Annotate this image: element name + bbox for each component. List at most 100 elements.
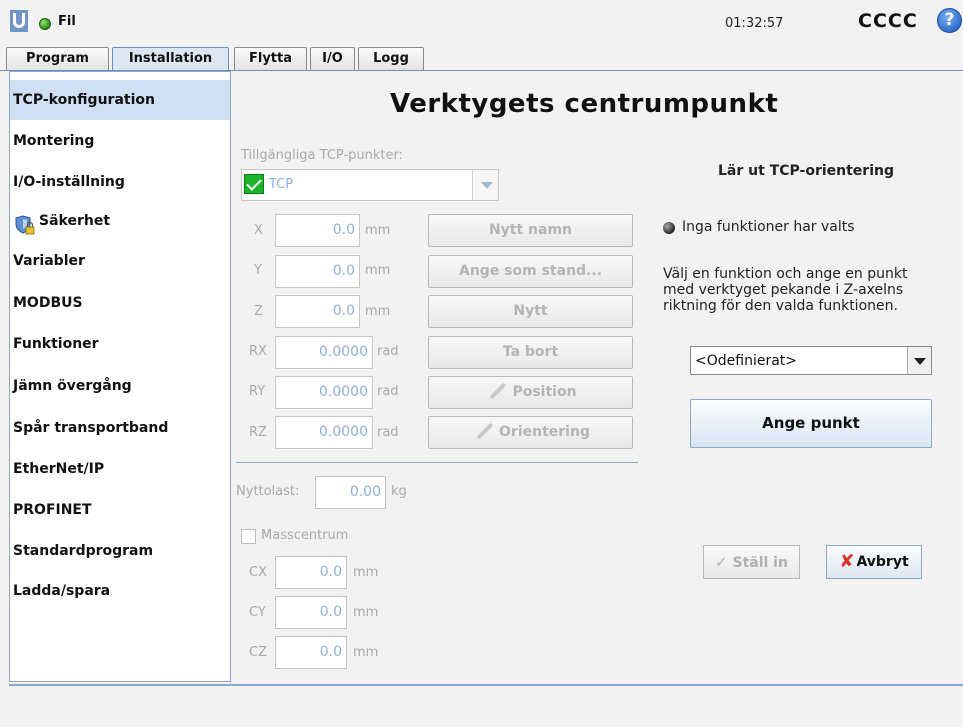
ry-field[interactable]: 0.0000	[275, 376, 373, 409]
checkmark-icon: ✓	[715, 553, 728, 571]
unit-cz: mm	[353, 645, 379, 660]
cancel-label: Avbryt	[856, 554, 909, 570]
sidebar-item-label: Spår transportband	[13, 420, 169, 436]
chevron-down-icon	[472, 170, 498, 200]
x-field[interactable]: 0.0	[275, 214, 360, 247]
coord-label-y: Y	[254, 263, 262, 278]
teach-instructions: Välj en funktion och ange en punkt med v…	[663, 266, 908, 314]
coord-label-ry: RY	[249, 384, 266, 399]
coord-label-rz: RZ	[249, 425, 267, 440]
robot-name: CCCC	[858, 10, 918, 32]
coord-label-z: Z	[254, 304, 263, 319]
cog-label-cz: CZ	[249, 645, 267, 660]
cancel-button[interactable]: ✘ Avbryt	[826, 545, 922, 579]
sidebar-item-variables[interactable]: Variabler	[10, 241, 230, 281]
set-default-button[interactable]: Ange som stand...	[428, 255, 633, 288]
sidebar-item-conveyor-tracking[interactable]: Spår transportband	[10, 408, 230, 448]
teach-status: Inga funktioner har valts	[682, 219, 855, 235]
sidebar-item-label: EtherNet/IP	[13, 461, 105, 477]
unit-x: mm	[365, 223, 391, 238]
z-field[interactable]: 0.0	[275, 295, 360, 328]
tcp-select[interactable]: TCP	[241, 169, 499, 201]
tab-flytta[interactable]: Flytta	[234, 47, 307, 71]
main-tabs: Program Installation Flytta I/O Logg	[0, 47, 963, 72]
apply-button[interactable]: ✓ Ställ in	[703, 545, 800, 579]
payload-unit: kg	[391, 484, 407, 499]
remove-tcp-button[interactable]: Ta bort	[428, 336, 633, 369]
feature-select[interactable]: <Odefinierat>	[690, 346, 932, 375]
unit-rx: rad	[377, 344, 399, 359]
sidebar-item-default-program[interactable]: Standardprogram	[10, 531, 230, 571]
sidebar-item-load-save[interactable]: Ladda/spara	[10, 571, 230, 611]
sidebar-item-label: TCP-konfiguration	[13, 92, 155, 108]
rz-field[interactable]: 0.0000	[275, 416, 373, 449]
sidebar-item-label: Säkerhet	[39, 213, 111, 229]
cog-label-cy: CY	[249, 605, 266, 620]
cx-field[interactable]: 0.0	[275, 556, 347, 589]
unit-rz: rad	[377, 425, 399, 440]
top-bar: Fil 01:32:57 CCCC ?	[0, 0, 963, 46]
file-menu[interactable]: Fil	[58, 14, 76, 29]
sidebar-item-mounting[interactable]: Montering	[10, 121, 230, 161]
sidebar-item-label: Jämn övergång	[13, 378, 132, 394]
sidebar-item-label: I/O-inställning	[13, 174, 125, 190]
universal-robots-logo	[10, 10, 28, 32]
sidebar-item-profinet[interactable]: PROFINET	[10, 490, 230, 530]
teach-heading: Lär ut TCP-orientering	[718, 163, 894, 179]
tab-program[interactable]: Program	[6, 47, 109, 71]
magic-wand-icon	[484, 381, 510, 399]
clock: 01:32:57	[725, 16, 784, 31]
new-name-button[interactable]: Nytt namn	[428, 214, 633, 247]
footer-divider	[9, 684, 963, 686]
unit-cy: mm	[353, 605, 379, 620]
cog-label: Masscentrum	[261, 528, 349, 543]
cog-label-cx: CX	[249, 565, 267, 580]
tab-logg[interactable]: Logg	[358, 47, 424, 71]
teach-position-button[interactable]: Position	[428, 376, 633, 409]
set-point-button[interactable]: Ange punkt	[690, 399, 932, 448]
unit-y: mm	[365, 263, 391, 278]
payload-field[interactable]: 0.00	[315, 476, 386, 509]
sidebar-item-safety[interactable]: Säkerhet	[10, 201, 230, 241]
unit-ry: rad	[377, 384, 399, 399]
teach-position-label: Position	[512, 384, 577, 400]
cz-field[interactable]: 0.0	[275, 636, 347, 669]
installation-sidebar: TCP-konfiguration Montering I/O-inställn…	[9, 71, 231, 682]
unit-z: mm	[365, 304, 391, 319]
tab-installation[interactable]: Installation	[112, 47, 229, 72]
sidebar-item-smooth-transition[interactable]: Jämn övergång	[10, 366, 230, 406]
unit-cx: mm	[353, 565, 379, 580]
close-icon: ✘	[839, 551, 855, 572]
available-tcp-label: Tillgängliga TCP-punkter:	[241, 148, 404, 163]
status-led-icon	[663, 222, 675, 234]
rx-field[interactable]: 0.0000	[275, 336, 373, 369]
sidebar-item-label: PROFINET	[13, 502, 92, 518]
robot-status-icon[interactable]	[39, 18, 51, 30]
chevron-down-icon	[907, 347, 931, 374]
sidebar-item-label: MODBUS	[13, 295, 83, 311]
apply-label: Ställ in	[732, 555, 788, 571]
y-field[interactable]: 0.0	[275, 255, 360, 288]
shield-lock-icon	[15, 211, 35, 235]
cog-checkbox[interactable]	[241, 529, 256, 544]
feature-select-value: <Odefinierat>	[695, 353, 797, 369]
check-icon	[244, 174, 264, 194]
sidebar-item-features[interactable]: Funktioner	[10, 324, 230, 364]
sidebar-item-tcp[interactable]: TCP-konfiguration	[10, 80, 230, 120]
payload-label: Nyttolast:	[236, 484, 300, 499]
page-title: Verktygets centrumpunkt	[390, 89, 779, 119]
help-icon[interactable]: ?	[937, 8, 962, 33]
cy-field[interactable]: 0.0	[275, 596, 347, 629]
teach-orientation-button[interactable]: Orientering	[428, 416, 633, 449]
tab-io[interactable]: I/O	[310, 47, 355, 71]
magic-wand-icon	[471, 421, 497, 439]
tcp-select-value: TCP	[269, 177, 294, 192]
coord-label-x: X	[254, 223, 263, 238]
coord-label-rx: RX	[249, 344, 267, 359]
sidebar-item-modbus[interactable]: MODBUS	[10, 283, 230, 323]
sidebar-item-label: Standardprogram	[13, 543, 154, 559]
sidebar-item-label: Funktioner	[13, 336, 99, 352]
sidebar-item-io-setup[interactable]: I/O-inställning	[10, 162, 230, 202]
new-tcp-button[interactable]: Nytt	[428, 295, 633, 328]
sidebar-item-ethernet-ip[interactable]: EtherNet/IP	[10, 449, 230, 489]
